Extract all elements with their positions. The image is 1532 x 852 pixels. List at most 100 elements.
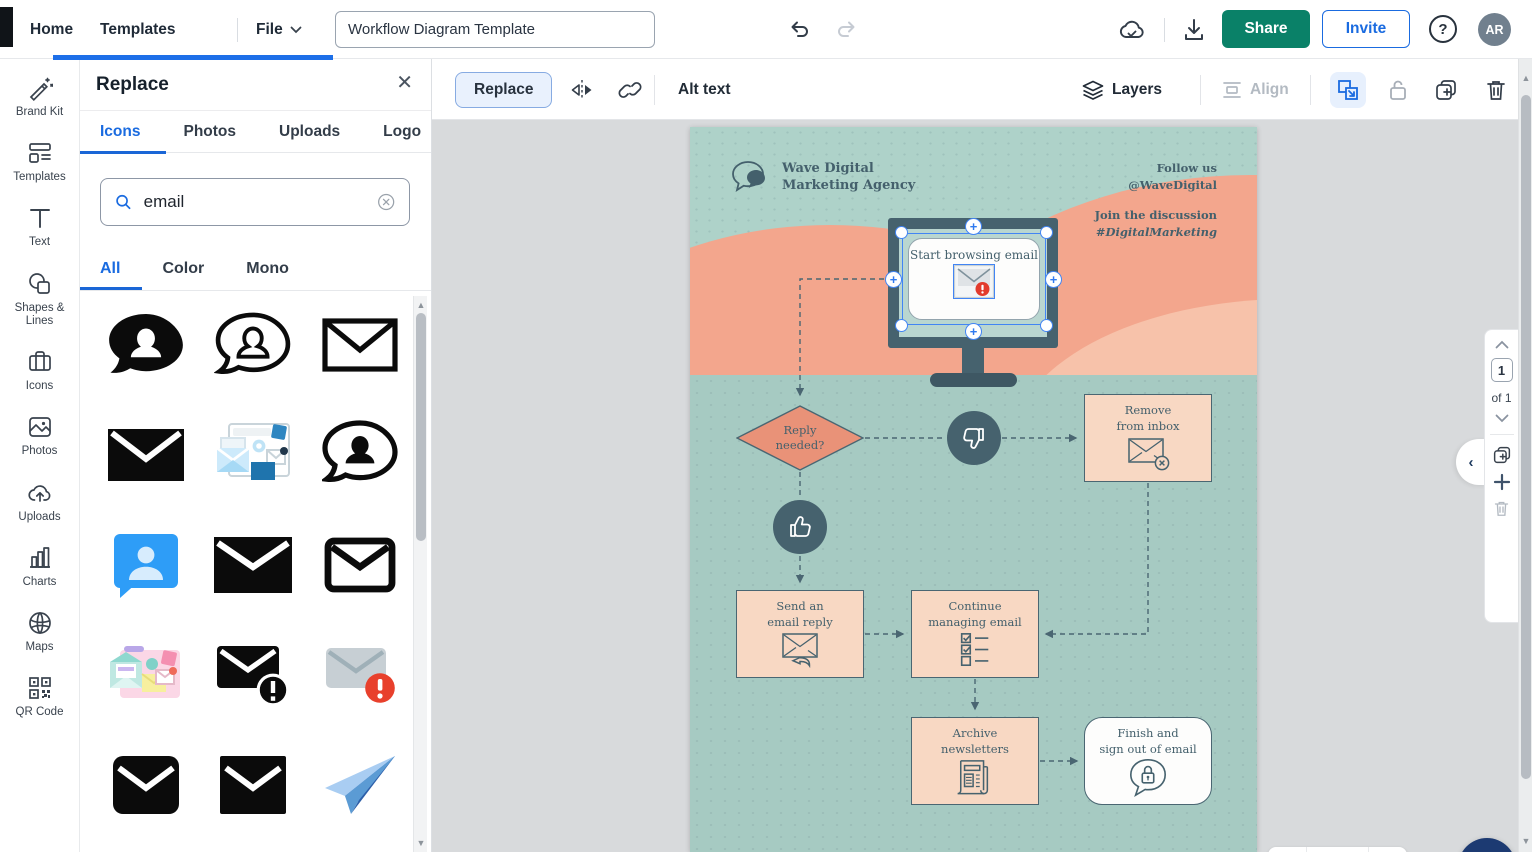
email-pastel-illustration-icon[interactable] [96, 637, 196, 713]
selection-handle-sw[interactable] [895, 319, 908, 332]
scroll-down-icon[interactable]: ▼ [414, 836, 428, 850]
envelope-outline-icon[interactable] [310, 307, 410, 383]
sidebar-label: Photos [21, 445, 58, 458]
redo-icon[interactable] [832, 15, 860, 43]
collapse-panel-tab[interactable]: ‹ [1456, 439, 1486, 485]
selection-handle-ne[interactable] [1040, 226, 1053, 239]
layers-button[interactable]: Layers [1082, 59, 1162, 120]
flow-node-remove[interactable]: Remove from inbox [1084, 394, 1212, 482]
scroll-up-icon[interactable]: ▲ [1519, 71, 1532, 85]
document-title-input[interactable] [335, 11, 655, 48]
scroll-down-icon[interactable]: ▼ [1519, 834, 1532, 848]
connector-handle-left[interactable]: + [885, 271, 902, 288]
group-button[interactable] [1330, 72, 1366, 108]
connector-handle-right[interactable]: + [1045, 271, 1062, 288]
upload-cloud-icon [27, 484, 50, 502]
filter-color[interactable]: Color [162, 260, 204, 278]
page-down-icon[interactable] [1495, 414, 1509, 423]
sidebar-item-text[interactable]: Text [1, 205, 79, 249]
tab-logo[interactable]: Logo [383, 123, 421, 141]
envelope-filled-wide-icon[interactable] [203, 527, 303, 603]
flow-node-continue[interactable]: Continue managing email [911, 590, 1039, 678]
panel-scrollbar[interactable]: ▲ ▼ [413, 296, 427, 852]
tab-icons[interactable]: Icons [100, 123, 140, 141]
envelope-alert-black-icon[interactable] [203, 637, 303, 713]
selected-envelope-alert-icon[interactable] [953, 264, 995, 299]
invite-button[interactable]: Invite [1322, 10, 1410, 48]
undo-icon[interactable] [786, 15, 814, 43]
envelope-square-filled-icon[interactable] [203, 747, 303, 823]
duplicate-icon[interactable] [1432, 76, 1460, 104]
share-button[interactable]: Share [1222, 10, 1310, 48]
chat-person-blue-icon[interactable] [96, 527, 196, 603]
envelope-filled-icon[interactable] [96, 417, 196, 493]
selection-handle-se[interactable] [1040, 319, 1053, 332]
flow-node-decision[interactable]: Reply needed? [736, 405, 864, 471]
delete-page-icon[interactable] [1494, 500, 1509, 517]
sidebar-item-charts[interactable]: Charts [1, 545, 79, 589]
cloud-save-icon[interactable] [1118, 16, 1146, 44]
selection-handle-nw[interactable] [895, 226, 908, 239]
envelope-rounded-filled-icon[interactable] [96, 747, 196, 823]
alt-text-button[interactable]: Alt text [678, 59, 731, 120]
scrollbar-thumb[interactable] [416, 313, 426, 541]
sidebar-item-shapes-lines[interactable]: Shapes & Lines [1, 271, 79, 328]
help-button[interactable]: ? [1429, 15, 1457, 43]
main-scrollbar[interactable]: ▲ ▼ [1518, 59, 1532, 852]
replace-button[interactable]: Replace [455, 72, 553, 108]
zoom-level[interactable]: 69% [1306, 847, 1369, 852]
clear-search-icon[interactable] [377, 191, 395, 213]
filter-all[interactable]: All [100, 260, 120, 278]
thumbs-up-node[interactable] [773, 500, 827, 554]
thumbs-down-node[interactable] [947, 411, 1001, 465]
active-filter-underline [80, 287, 142, 290]
connector-handle-top[interactable]: + [965, 218, 982, 235]
sidebar-item-uploads[interactable]: Uploads [1, 480, 79, 524]
filter-mono[interactable]: Mono [246, 260, 289, 278]
sidebar-item-maps[interactable]: Maps [1, 610, 79, 654]
zoom-out-button[interactable]: − [1268, 847, 1306, 852]
lock-icon[interactable] [1384, 76, 1412, 104]
duplicate-page-icon[interactable] [1493, 446, 1511, 464]
envelope-alert-red-icon[interactable] [310, 637, 410, 713]
webmail-illustration-icon[interactable] [203, 417, 303, 493]
flow-node-send[interactable]: Send an email reply [736, 590, 864, 678]
flip-icon[interactable] [568, 76, 596, 104]
tab-uploads[interactable]: Uploads [279, 123, 340, 141]
flow-node-finish[interactable]: Finish and sign out of email [1084, 717, 1212, 805]
sidebar-item-photos[interactable]: Photos [1, 414, 79, 458]
chat-support-button[interactable] [1458, 838, 1516, 852]
flow-node-archive[interactable]: Archive newsletters [911, 717, 1039, 805]
nav-home[interactable]: Home [30, 0, 73, 59]
file-menu[interactable]: File [256, 0, 302, 59]
trash-icon[interactable] [1482, 76, 1510, 104]
chat-person-filled-icon[interactable] [96, 307, 196, 383]
app-logo[interactable] [0, 7, 13, 47]
nav-templates[interactable]: Templates [100, 0, 176, 59]
connector-handle-bottom[interactable]: + [965, 323, 982, 340]
close-icon[interactable]: ✕ [396, 73, 413, 93]
scroll-up-icon[interactable]: ▲ [414, 298, 428, 312]
download-icon[interactable] [1180, 16, 1208, 44]
envelope-bold-outline-icon[interactable] [310, 527, 410, 603]
search-input[interactable] [141, 191, 367, 213]
paper-plane-blue-icon[interactable] [310, 747, 410, 823]
brand-logo[interactable]: Wave Digital Marketing Agency [730, 160, 915, 196]
zoom-in-button[interactable]: + [1369, 847, 1407, 852]
add-page-icon[interactable] [1493, 473, 1511, 491]
sidebar-item-brand-kit[interactable]: Brand Kit [1, 75, 79, 119]
flow-node-start[interactable]: Start browsing email [908, 238, 1040, 320]
chat-person-outline-icon[interactable] [203, 307, 303, 383]
tab-photos[interactable]: Photos [183, 123, 236, 141]
align-button[interactable]: Align [1222, 59, 1289, 120]
sidebar-item-qr-code[interactable]: QR Code [1, 675, 79, 719]
sidebar-item-templates[interactable]: Templates [1, 140, 79, 184]
avatar[interactable]: AR [1478, 13, 1511, 46]
page-up-icon[interactable] [1495, 340, 1509, 349]
canvas-page[interactable]: Wave Digital Marketing Agency Follow us … [690, 127, 1257, 852]
link-icon[interactable] [616, 76, 644, 104]
chat-person-head-filled-icon[interactable] [310, 417, 410, 493]
current-page-box[interactable]: 1 [1490, 358, 1513, 382]
sidebar-item-icons[interactable]: Icons [1, 349, 79, 393]
scrollbar-thumb[interactable] [1521, 95, 1531, 779]
